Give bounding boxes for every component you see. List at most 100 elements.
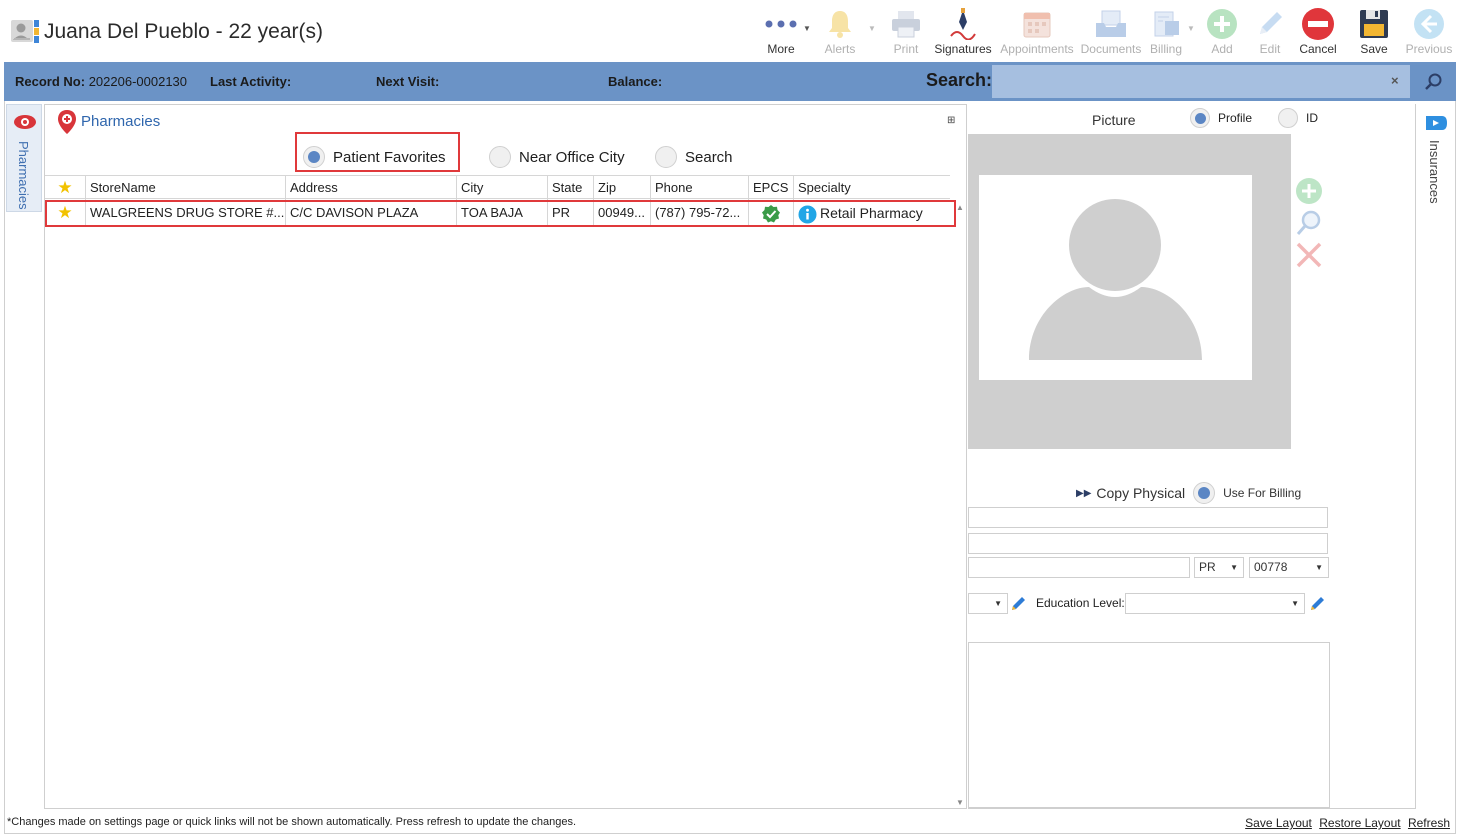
last-activity-label: Last Activity: [210, 74, 292, 89]
radio-selected-icon [1193, 482, 1216, 504]
add-picture-icon[interactable] [1294, 176, 1324, 206]
avatar-placeholder-icon [1029, 199, 1202, 360]
double-arrow-icon: ▶▶ [1076, 487, 1092, 499]
picture-profile-radio[interactable]: Profile [1190, 108, 1252, 128]
column-storename[interactable]: StoreName [85, 176, 285, 200]
copy-physical-button[interactable]: ▶▶ Copy Physical [1076, 485, 1185, 501]
billing-button[interactable]: Billing [1146, 6, 1186, 60]
patient-info-bar: Record No: 202206-0002130 Last Activity:… [4, 62, 1456, 101]
highlight-box [295, 132, 460, 172]
edit-pencil-icon[interactable] [1010, 594, 1028, 612]
tab-insurances-label: Insurances [1427, 140, 1442, 204]
search-clear-icon[interactable]: × [1391, 73, 1399, 88]
radio-unselected-icon [1278, 108, 1298, 128]
billing-dropdown-caret-icon[interactable]: ▼ [1187, 24, 1195, 33]
print-button[interactable]: Print [884, 6, 928, 60]
insurance-shield-icon [1424, 112, 1448, 139]
cancel-button[interactable]: Cancel [1298, 6, 1338, 60]
patient-details-panel: Picture Profile ID ▶▶ Copy Physical Use … [968, 104, 1416, 809]
signature-pen-icon [932, 6, 994, 42]
filter-search[interactable]: Search [655, 141, 733, 173]
zip-select[interactable]: 00778 ▼ [1249, 557, 1329, 578]
picture-id-radio[interactable]: ID [1278, 108, 1318, 128]
tab-insurances[interactable]: Insurances [1418, 104, 1454, 212]
next-visit-label: Next Visit: [376, 74, 440, 89]
save-button[interactable]: Save [1352, 6, 1396, 60]
previous-button[interactable]: Previous [1404, 6, 1454, 60]
scroll-up-icon[interactable]: ▲ [956, 203, 964, 212]
cancel-circle-icon [1298, 6, 1338, 42]
bell-icon [818, 6, 862, 42]
pharmacies-title: Pharmacies [81, 113, 161, 130]
notes-textarea[interactable] [968, 642, 1330, 808]
picture-tools [1294, 176, 1324, 270]
refresh-link[interactable]: Refresh [1408, 816, 1450, 830]
header: Juana Del Pueblo - 22 year(s) More ▼ Ale… [4, 2, 1456, 62]
appointments-button[interactable]: Appointments [998, 6, 1076, 60]
panel-dock-icon[interactable]: ⊞ [947, 115, 955, 126]
alerts-dropdown-caret-icon[interactable]: ▼ [868, 24, 876, 33]
record-number: Record No: 202206-0002130 [15, 74, 188, 89]
column-phone[interactable]: Phone [650, 176, 748, 200]
plus-circle-icon [1202, 6, 1242, 42]
balance-label: Balance: [608, 74, 663, 89]
printer-icon [884, 6, 928, 42]
picture-frame [968, 134, 1291, 449]
column-zip[interactable]: Zip [593, 176, 650, 200]
pharmacies-panel: Pharmacies ⊞ Patient Favorites Near Offi… [44, 104, 967, 809]
floppy-disk-icon [1352, 6, 1396, 42]
more-dots-icon [756, 6, 806, 42]
zoom-picture-icon[interactable] [1294, 208, 1324, 238]
scroll-down-icon[interactable]: ▼ [956, 798, 964, 807]
add-button[interactable]: Add [1202, 6, 1242, 60]
footer-note: *Changes made on settings page or quick … [7, 816, 577, 828]
radio-unselected-icon [655, 146, 677, 168]
signatures-button[interactable]: Signatures [932, 6, 994, 60]
search-input[interactable] [992, 65, 1410, 98]
education-level-select[interactable]: ▼ [1125, 593, 1305, 614]
magnifier-icon [1425, 73, 1442, 90]
radio-unselected-icon [489, 146, 511, 168]
pharmacy-grid-header: ★ StoreName Address City State Zip Phone… [45, 175, 950, 200]
chevron-down-icon: ▼ [1230, 563, 1238, 572]
patient-name: Juana Del Pueblo - 22 year(s) [44, 20, 323, 43]
edit-pencil-icon[interactable] [1309, 594, 1327, 612]
patient-card-icon [10, 16, 40, 46]
address-line2-field[interactable] [968, 533, 1328, 554]
documents-tray-icon [1080, 6, 1142, 42]
use-for-billing-radio[interactable]: Use For Billing [1193, 482, 1301, 504]
tab-pharmacies-label: Pharmacies [16, 141, 31, 210]
restore-layout-link[interactable]: Restore Layout [1319, 816, 1400, 830]
city-field[interactable] [968, 557, 1190, 578]
save-layout-link[interactable]: Save Layout [1245, 816, 1312, 830]
edit-button[interactable]: Edit [1250, 6, 1290, 60]
pencil-icon [1250, 6, 1290, 42]
chevron-down-icon: ▼ [994, 599, 1002, 608]
alerts-button[interactable]: Alerts [818, 6, 862, 60]
arrow-left-circle-icon [1404, 6, 1454, 42]
address-line1-field[interactable] [968, 507, 1328, 528]
filter-near-office-city[interactable]: Near Office City [489, 141, 625, 173]
documents-button[interactable]: Documents [1080, 6, 1142, 60]
delete-picture-icon[interactable] [1294, 240, 1324, 270]
state-select[interactable]: PR ▼ [1194, 557, 1244, 578]
more-dropdown-caret-icon[interactable]: ▼ [803, 24, 811, 33]
column-address[interactable]: Address [285, 176, 456, 200]
copy-physical-row: ▶▶ Copy Physical Use For Billing [1076, 482, 1301, 504]
more-button[interactable]: More [756, 6, 806, 60]
picture-label: Picture [1092, 112, 1136, 128]
column-epcs[interactable]: EPCS [748, 176, 793, 200]
grid-scrollbar[interactable]: ▲ ▼ [953, 201, 967, 809]
column-state[interactable]: State [547, 176, 593, 200]
eye-pin-icon [13, 111, 37, 138]
education-level-label: Education Level: [1036, 596, 1125, 610]
avatar [979, 175, 1252, 380]
column-city[interactable]: City [456, 176, 547, 200]
billing-icon [1146, 6, 1186, 42]
favorite-column-header[interactable]: ★ [45, 176, 85, 200]
chevron-down-icon: ▼ [1291, 599, 1299, 608]
partial-select[interactable]: ▼ [968, 593, 1008, 614]
tab-pharmacies[interactable]: Pharmacies [6, 104, 42, 212]
search-button[interactable] [1412, 65, 1456, 98]
column-specialty[interactable]: Specialty [793, 176, 950, 200]
